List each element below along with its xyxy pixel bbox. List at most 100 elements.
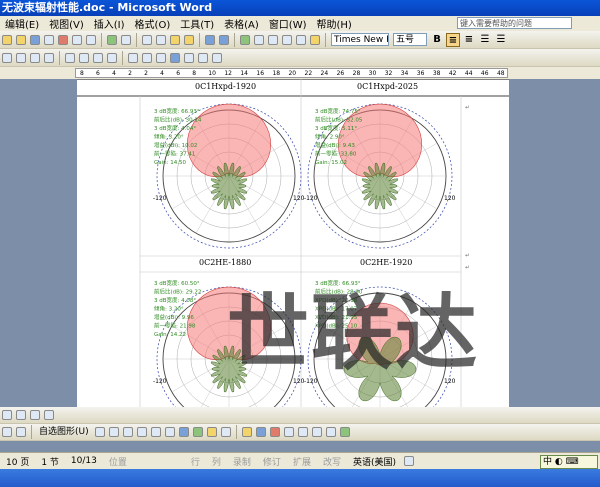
autoshapes-menu[interactable]: 自选图形(U): [37, 426, 91, 439]
insert-table-icon[interactable]: [268, 34, 278, 45]
copy-icon[interactable]: [156, 34, 166, 45]
document-page[interactable]: -120 120 3 dB宽度: 66.93° 前后比(dB): 30.14 3 dB宽…: [77, 79, 509, 407]
distribute-rows-icon[interactable]: [128, 52, 138, 63]
wordart-icon[interactable]: [179, 427, 189, 437]
clipart-icon[interactable]: [207, 427, 217, 437]
shadow-icon[interactable]: [326, 427, 336, 437]
email-icon[interactable]: [58, 34, 68, 45]
plot-annotation: 前一零陷: 37.41: [154, 150, 195, 158]
watermark-text: 世联达: [227, 286, 480, 381]
sort-asc-icon[interactable]: [184, 52, 194, 63]
oval-icon[interactable]: [137, 427, 147, 437]
diagram-icon[interactable]: [193, 427, 203, 437]
columns-icon[interactable]: [296, 34, 306, 45]
align-cell-icon[interactable]: [107, 52, 117, 63]
bullets-button[interactable]: ☰: [478, 33, 492, 47]
align-button[interactable]: ≡: [446, 32, 460, 47]
line-color-icon[interactable]: [256, 427, 266, 437]
table-draw-icon[interactable]: [30, 52, 40, 63]
status-col: 列: [211, 457, 221, 468]
horizontal-ruler[interactable]: 8 6 4 2 2 4 6 8 10 12 14 16 18 20 22 24 26 28 30 32 34 36 38 42…: [0, 67, 600, 79]
drawing-icon[interactable]: [310, 34, 320, 45]
hyperlink-icon[interactable]: [240, 34, 250, 45]
merge-cells-icon[interactable]: [79, 52, 89, 63]
ruler-number: 38: [432, 70, 441, 77]
cut-icon[interactable]: [142, 34, 152, 45]
web-view-icon[interactable]: [16, 410, 26, 420]
help-search-input[interactable]: 键入需要帮助的问题: [457, 17, 572, 29]
ruler-number: 18: [272, 70, 281, 77]
permission-icon[interactable]: [44, 34, 54, 45]
distribute-cols-icon[interactable]: [142, 52, 152, 63]
ruler-number: 6: [176, 70, 181, 77]
menu-insert[interactable]: 插入(I): [89, 16, 130, 31]
ime-mode-label: 中: [543, 457, 553, 467]
status-ovr[interactable]: 改写: [317, 455, 347, 468]
autoformat-icon[interactable]: [156, 52, 166, 63]
menu-format[interactable]: 格式(O): [130, 16, 176, 31]
insert-excel-icon[interactable]: [282, 34, 292, 45]
rectangle-icon[interactable]: [123, 427, 133, 437]
style-icon[interactable]: [2, 52, 12, 63]
ruler-number: 48: [496, 70, 505, 77]
new-document-icon[interactable]: [2, 34, 12, 45]
numbering-button[interactable]: ☰: [494, 33, 508, 47]
paste-icon[interactable]: [170, 34, 180, 45]
print-view-icon[interactable]: [30, 410, 40, 420]
dash-style-icon[interactable]: [298, 427, 308, 437]
plot-annotation: 前后比(dB): 30.14: [154, 116, 202, 124]
font-size-select[interactable]: 五号: [393, 33, 427, 46]
outline-view-icon[interactable]: [44, 410, 54, 420]
ruler-number: 24: [320, 70, 329, 77]
font-color-icon[interactable]: [270, 427, 280, 437]
insert-rows-icon[interactable]: [65, 52, 75, 63]
caption-cell-2: 0C1Hxpd-2025: [357, 82, 419, 91]
save-icon[interactable]: [30, 34, 40, 45]
status-section: 1 节: [41, 457, 59, 468]
text-direction-icon[interactable]: [170, 52, 180, 63]
fill-color-icon[interactable]: [242, 427, 252, 437]
textbox-icon[interactable]: [151, 427, 161, 437]
line-icon[interactable]: [95, 427, 105, 437]
menu-tools[interactable]: 工具(T): [175, 16, 219, 31]
status-rec[interactable]: 录制: [227, 455, 257, 468]
print-icon[interactable]: [72, 34, 82, 45]
arrow-icon[interactable]: [109, 427, 119, 437]
ime-indicator[interactable]: 中 ◐ ⌨: [540, 455, 598, 469]
normal-view-icon[interactable]: [2, 410, 12, 420]
status-trk[interactable]: 修订: [257, 455, 287, 468]
menu-window[interactable]: 窗口(W): [264, 16, 312, 31]
ruler-number: 44: [464, 70, 473, 77]
menu-edit[interactable]: 编辑(E): [0, 16, 44, 31]
menu-view[interactable]: 视图(V): [44, 16, 89, 31]
font-name-select[interactable]: Times New Roman: [331, 33, 389, 46]
tables-borders-icon[interactable]: [254, 34, 264, 45]
print-preview-icon[interactable]: [86, 34, 96, 45]
undo-icon[interactable]: [205, 34, 215, 45]
tab-icon[interactable]: [16, 52, 26, 63]
status-ext[interactable]: 扩展: [287, 455, 317, 468]
redo-icon[interactable]: [219, 34, 229, 45]
sort-desc-icon[interactable]: [198, 52, 208, 63]
align-right-button[interactable]: ≡: [462, 33, 476, 47]
arrow-style-icon[interactable]: [312, 427, 322, 437]
spelling-status-icon[interactable]: [404, 456, 414, 466]
split-cells-icon[interactable]: [93, 52, 103, 63]
line-style-icon[interactable]: [284, 427, 294, 437]
menu-help[interactable]: 帮助(H): [312, 16, 357, 31]
eraser-icon[interactable]: [44, 52, 54, 63]
bold-button[interactable]: B: [430, 33, 444, 47]
research-icon[interactable]: [121, 34, 131, 45]
ruler-number: 14: [240, 70, 248, 77]
spelling-icon[interactable]: [107, 34, 117, 45]
sum-icon[interactable]: [212, 52, 222, 63]
menu-table[interactable]: 表格(A): [219, 16, 264, 31]
3d-style-icon[interactable]: [340, 427, 350, 437]
format-painter-icon[interactable]: [184, 34, 194, 45]
open-folder-icon[interactable]: [16, 34, 26, 45]
select-arrow-icon[interactable]: [16, 427, 26, 437]
draw-menu-icon[interactable]: [2, 427, 12, 437]
picture-icon[interactable]: [221, 427, 231, 437]
ruler-number: 26: [336, 70, 345, 77]
vertical-textbox-icon[interactable]: [165, 427, 175, 437]
